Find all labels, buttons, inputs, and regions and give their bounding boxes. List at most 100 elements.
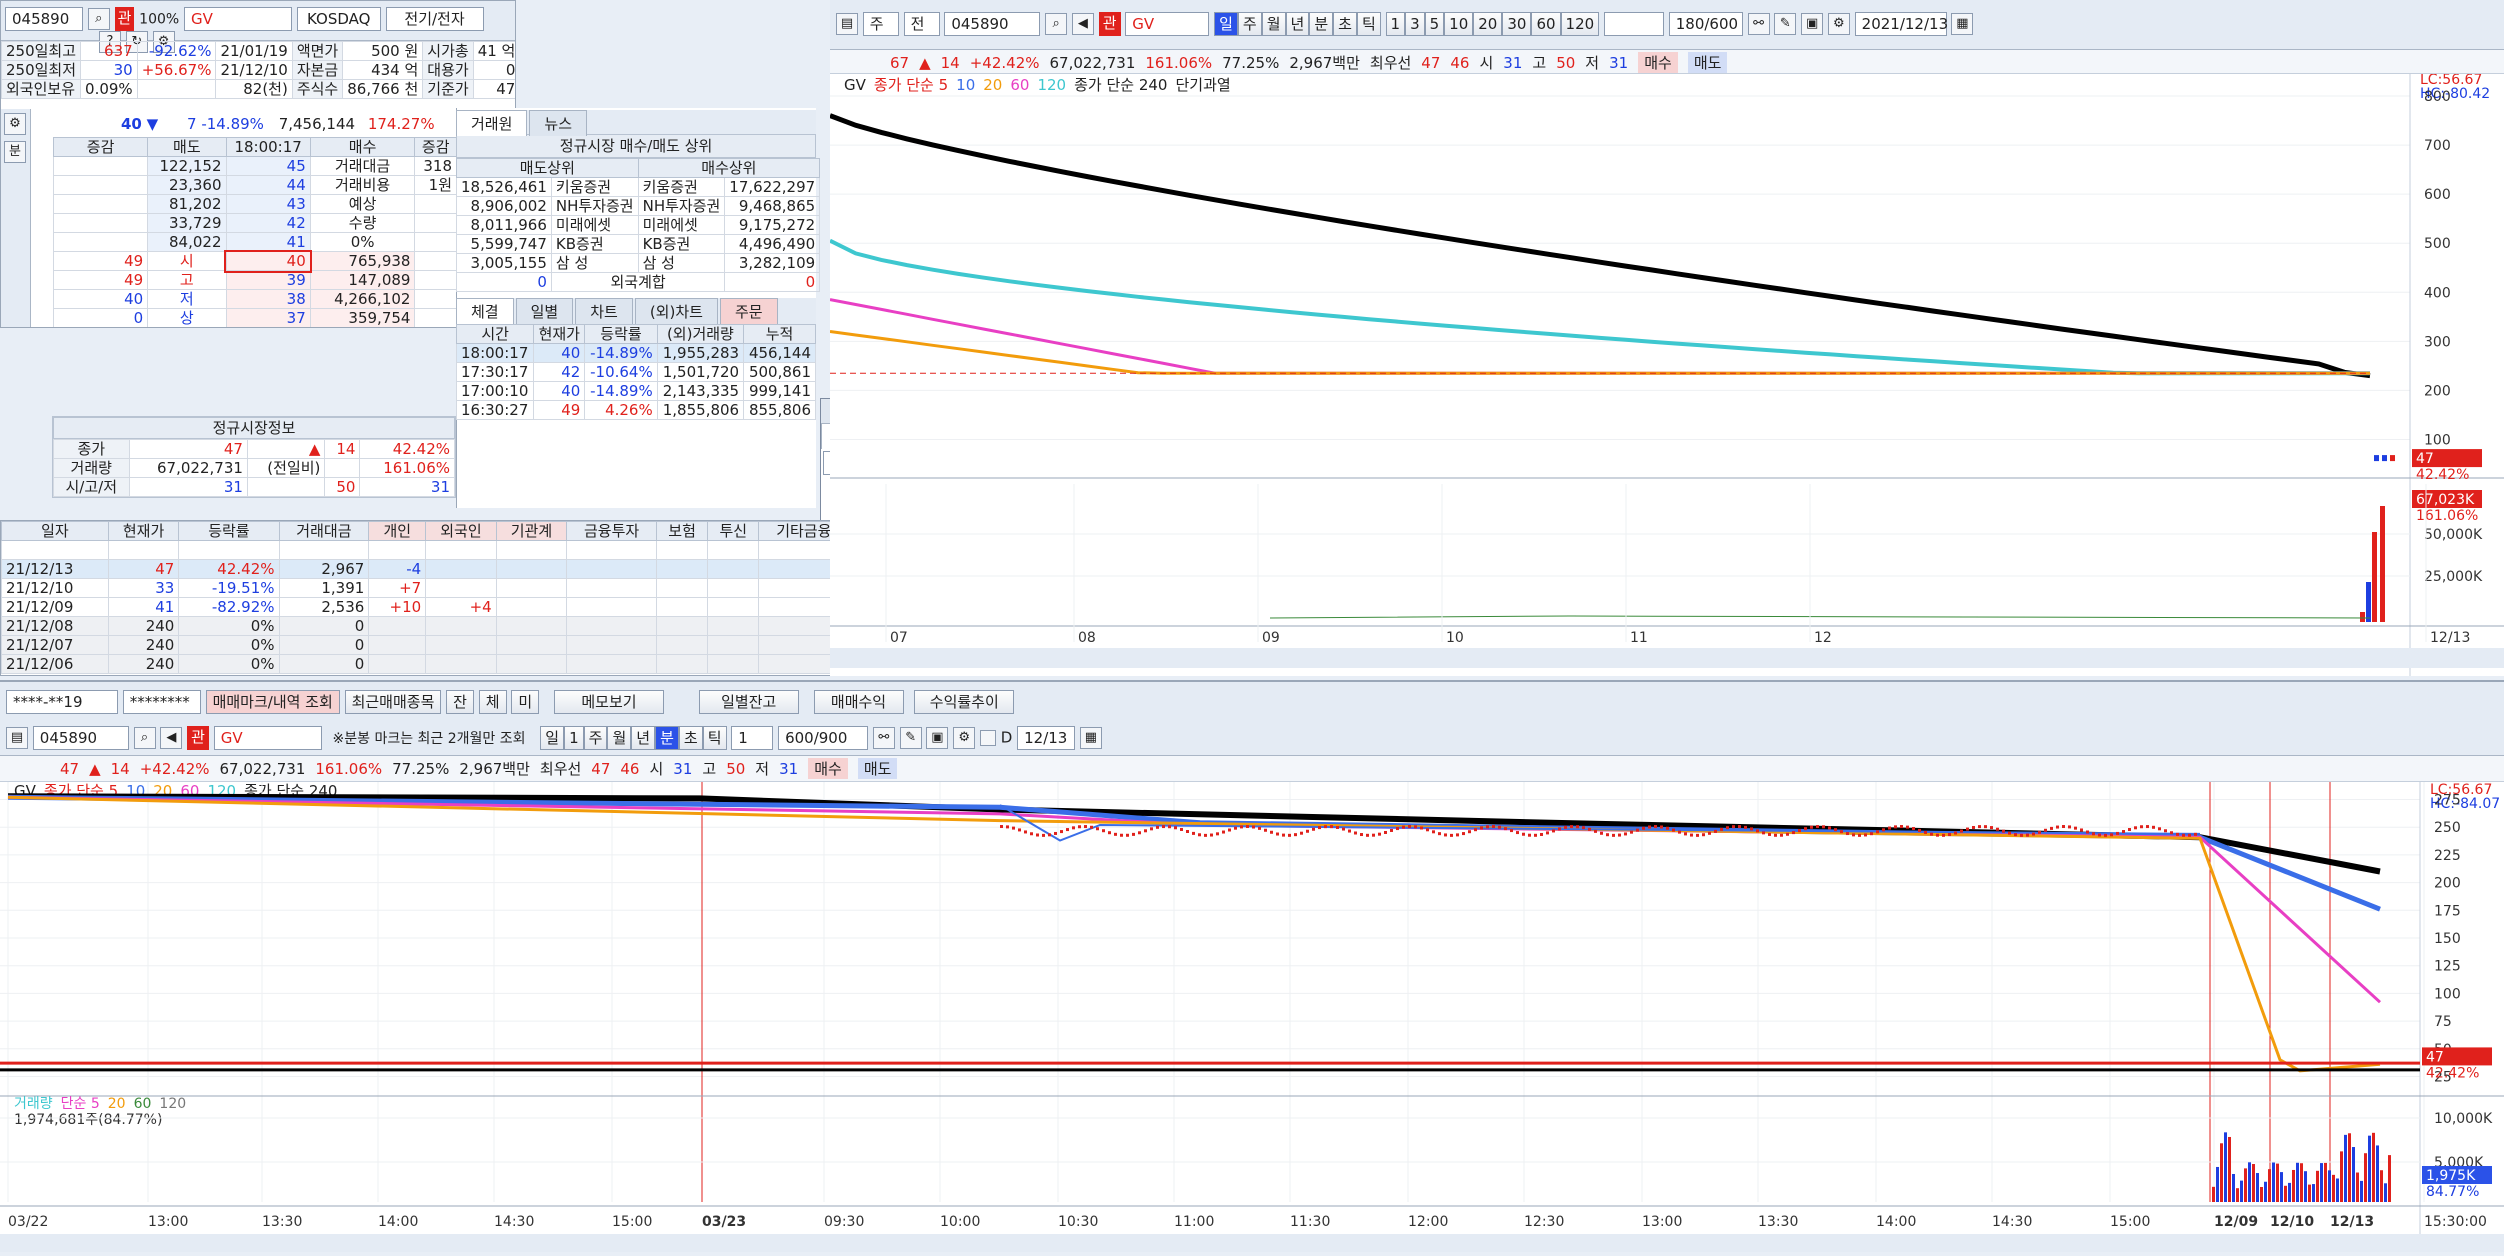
period-button[interactable]: 년: [631, 726, 656, 750]
calendar-icon[interactable]: ▦: [1951, 13, 1974, 35]
jeon-select[interactable]: 전: [903, 12, 940, 36]
minute-num-select[interactable]: 1: [731, 726, 774, 750]
broker-row[interactable]: 8,906,002 NH투자증권 NH투자증권 9,468,865: [456, 196, 821, 216]
exec-tab[interactable]: 주문: [719, 298, 778, 324]
legend-item[interactable]: 60: [1010, 76, 1029, 94]
broker-row[interactable]: 8,011,966 미래에셋 미래에셋 9,175,272: [456, 215, 821, 235]
period-button[interactable]: 5: [1424, 12, 1445, 36]
d-checkbox[interactable]: [979, 730, 996, 746]
recent-trade-button[interactable]: 최근매매종목: [344, 690, 442, 714]
stock-name[interactable]: GV: [183, 7, 292, 31]
ask-row[interactable]: 81,202 43 예상: [52, 194, 457, 214]
period-button[interactable]: 1: [564, 726, 584, 750]
exec-tab[interactable]: 차트: [575, 298, 633, 324]
period-button[interactable]: 1: [1385, 12, 1406, 36]
exec-tab[interactable]: 일별: [515, 298, 574, 324]
legend-item[interactable]: GV: [844, 76, 867, 94]
minute-stock-name[interactable]: GV: [213, 726, 322, 750]
period-button[interactable]: 초: [678, 726, 703, 750]
legend-item[interactable]: 단기과열: [1175, 76, 1230, 94]
balance-button[interactable]: 잔: [446, 690, 474, 714]
vol-legend-item[interactable]: 20: [108, 1096, 126, 1112]
password-input[interactable]: ********: [122, 690, 201, 714]
ask-row[interactable]: 122,152 45 거래대금 318: [52, 156, 457, 176]
ohl-sell[interactable]: 매도: [857, 758, 898, 779]
broker-row[interactable]: 3,005,155 삼 성삼 성 3,282,109: [456, 253, 821, 273]
period-button[interactable]: 년: [1285, 12, 1310, 36]
tool-icon[interactable]: ✎: [899, 727, 922, 749]
profit-trend-button[interactable]: 수익률추이: [914, 690, 1015, 714]
exec-button[interactable]: 체: [478, 690, 507, 714]
count-input[interactable]: 180/600: [1668, 12, 1743, 36]
indicator-icon[interactable]: ⚯: [1747, 13, 1770, 35]
exec-tab[interactable]: (외)차트: [634, 298, 718, 324]
exec-tab[interactable]: 체결: [456, 298, 514, 324]
ohl-sell[interactable]: 매도: [1687, 52, 1728, 73]
ask-row[interactable]: 23,360 44 거래비용 1원: [52, 175, 457, 195]
tab-news[interactable]: 뉴스: [529, 110, 588, 136]
period-button[interactable]: 월: [607, 726, 632, 750]
gear-icon[interactable]: ⚙: [953, 727, 976, 749]
minute-count-input[interactable]: 600/900: [778, 726, 869, 750]
ask-row[interactable]: 84,022 41 0%: [52, 232, 457, 252]
broker-row[interactable]: 18,526,461 키움증권 키움증권 17,622,297: [456, 177, 821, 197]
broker-row[interactable]: 5,599,747 KB증권 KB증권 4,496,490: [456, 234, 821, 254]
period-button[interactable]: 일: [540, 726, 565, 750]
bid-row[interactable]: 49 고 39 147,089: [52, 270, 457, 290]
jo-select[interactable]: 주: [862, 12, 899, 36]
chart-scrollbar[interactable]: [0, 1234, 2504, 1252]
ohl-buy[interactable]: 매수: [1638, 52, 1678, 73]
period-button[interactable]: 초: [1333, 12, 1357, 36]
calendar-icon[interactable]: ▦: [1079, 727, 1102, 749]
exec-row[interactable]: 18:00:17 40 -14.89% 1,955,283 456,144: [455, 343, 816, 363]
legend-item[interactable]: 종가 단순 5: [874, 76, 948, 94]
bid-row[interactable]: 0하3694,858: [54, 328, 457, 329]
period-button[interactable]: 주: [1237, 12, 1262, 36]
tool-icon[interactable]: ✎: [1774, 13, 1797, 35]
period-button[interactable]: 30: [1502, 12, 1532, 36]
period-button[interactable]: 3: [1405, 12, 1425, 36]
legend-item[interactable]: 120: [1037, 76, 1066, 94]
gear-icon[interactable]: ⚙: [4, 113, 26, 135]
period-button[interactable]: 일: [1214, 12, 1238, 36]
daily-chart-svg[interactable]: GV 종가 단순 5 10 20 60 120 종가 단순 240 단기과열 LC:56.67H…: [830, 72, 2504, 676]
legend-item[interactable]: 20: [983, 76, 1002, 94]
search-icon[interactable]: ⌕: [1045, 13, 1068, 35]
count-dropdown[interactable]: [1603, 12, 1664, 36]
minute-date-input[interactable]: 12/13: [1017, 726, 1076, 750]
bid-row[interactable]: 49 시 40 765,938: [52, 249, 457, 273]
chart-code-input[interactable]: 045890: [944, 12, 1041, 36]
legend-item[interactable]: 종가 단순 240: [1074, 76, 1167, 94]
period-button[interactable]: 10: [1444, 12, 1474, 36]
date-input[interactable]: 2021/12/13: [1854, 12, 1948, 36]
save-icon[interactable]: ▣: [926, 727, 949, 749]
window-icon[interactable]: ▤: [836, 13, 858, 35]
tab-broker[interactable]: 거래원: [456, 110, 528, 136]
chart-scrollbar[interactable]: [830, 648, 2504, 668]
speaker-icon[interactable]: ◀: [1071, 13, 1094, 35]
memo-button[interactable]: 메모보기: [553, 690, 664, 714]
period-button[interactable]: 분: [1309, 12, 1334, 36]
trade-profit-button[interactable]: 매매수익: [813, 690, 904, 714]
vol-legend-item[interactable]: 60: [134, 1096, 152, 1112]
minute-chart-svg[interactable]: GV 종가 단순 5 10 20 60 120 종가 단순 240 LC:56.67HC:-8…: [0, 782, 2504, 1252]
ask-row[interactable]: 33,729 42 수량: [52, 213, 457, 233]
period-button[interactable]: 60: [1531, 12, 1561, 36]
period-button[interactable]: 분: [655, 726, 679, 750]
period-button[interactable]: 주: [583, 726, 608, 750]
vol-legend-item[interactable]: 단순 5: [61, 1096, 100, 1112]
speaker-icon[interactable]: ◀: [160, 727, 183, 749]
period-button[interactable]: 120: [1560, 12, 1600, 36]
indicator-icon[interactable]: ⚯: [872, 727, 895, 749]
bid-row[interactable]: 40 저 38 4,266,102: [52, 289, 457, 309]
chart-stock-name[interactable]: GV: [1125, 12, 1210, 36]
period-button[interactable]: 20: [1473, 12, 1503, 36]
account-input[interactable]: ****-**19: [6, 690, 118, 714]
save-icon[interactable]: ▣: [1801, 13, 1824, 35]
ohl-buy[interactable]: 매수: [808, 758, 848, 779]
period-button[interactable]: 월: [1261, 12, 1286, 36]
vol-legend-item[interactable]: 120: [159, 1096, 186, 1112]
period-button[interactable]: 틱: [1356, 12, 1381, 36]
legend-item[interactable]: 10: [956, 76, 975, 94]
daily-balance-button[interactable]: 일별잔고: [698, 690, 799, 714]
